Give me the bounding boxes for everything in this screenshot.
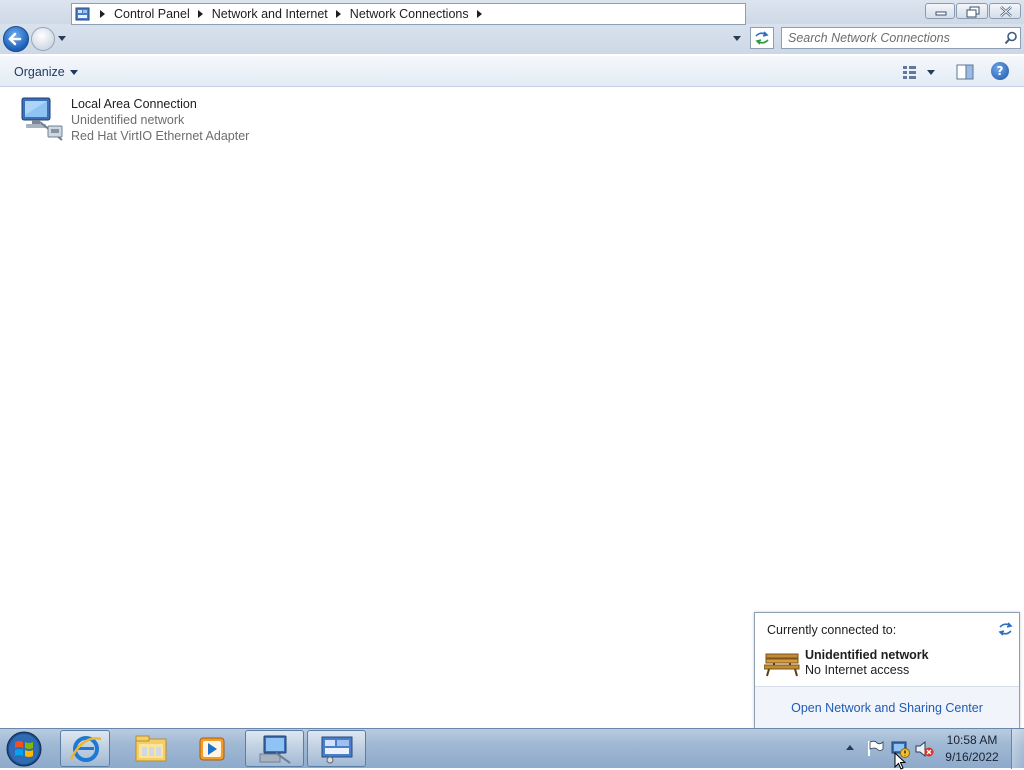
search-icon[interactable] [1004, 31, 1018, 45]
breadcrumb-separator-icon[interactable] [98, 4, 108, 24]
open-network-sharing-center-link[interactable]: Open Network and Sharing Center [755, 701, 1019, 715]
minimize-button[interactable] [925, 3, 955, 19]
refresh-icon [755, 31, 769, 45]
forward-button[interactable] [31, 27, 55, 51]
minimize-icon [935, 11, 947, 16]
breadcrumb: Control Panel Network and Internet Netwo… [94, 4, 489, 24]
network-status-popup: Currently connected to: Unidentified net… [754, 612, 1020, 728]
change-view-icon[interactable] [900, 63, 940, 81]
taskbar-media-player[interactable] [189, 730, 237, 767]
network-adapter-icon [21, 97, 63, 141]
breadcrumb-network-connections[interactable]: Network Connections [348, 7, 471, 21]
start-button[interactable] [4, 730, 44, 768]
refresh-button[interactable] [750, 27, 774, 49]
show-desktop-button[interactable] [1011, 729, 1024, 769]
taskbar-windows-explorer[interactable] [127, 730, 175, 767]
breadcrumb-separator-icon[interactable] [475, 4, 485, 24]
organize-label: Organize [14, 65, 65, 79]
clock-time[interactable]: 10:58 AM [940, 733, 1004, 747]
popup-heading: Currently connected to: [767, 623, 897, 637]
connection-adapter: Red Hat VirtIO Ethernet Adapter [71, 129, 250, 143]
restore-button[interactable] [956, 3, 988, 19]
restore-icon [966, 6, 980, 18]
mouse-cursor-icon [894, 752, 906, 770]
help-button[interactable]: ? [991, 62, 1009, 80]
internet-explorer-icon [69, 736, 102, 762]
windows-explorer-icon [135, 735, 167, 762]
list-item[interactable]: Local Area Connection Unidentified netwo… [14, 96, 254, 148]
close-icon [1000, 6, 1012, 17]
close-button[interactable] [989, 3, 1021, 19]
control-panel-icon [321, 736, 353, 764]
park-bench-icon [764, 653, 800, 677]
taskbar-internet-explorer[interactable] [60, 730, 110, 767]
search-input[interactable] [788, 30, 998, 46]
volume-muted-icon[interactable] [914, 739, 934, 759]
back-arrow-icon [8, 32, 22, 46]
preview-pane-icon[interactable] [955, 63, 975, 81]
popup-network-name: Unidentified network [805, 648, 929, 662]
back-button[interactable] [3, 26, 29, 52]
media-player-icon [199, 737, 225, 761]
address-bar[interactable]: Control Panel Network and Internet Netwo… [71, 3, 746, 25]
popup-footer: Open Network and Sharing Center [755, 686, 1019, 728]
notification-area: 10:58 AM 9/16/2022 [840, 729, 1020, 769]
breadcrumb-network-and-internet[interactable]: Network and Internet [210, 7, 330, 21]
chevron-down-icon [69, 69, 78, 75]
popup-network-status: No Internet access [805, 663, 910, 677]
action-center-flag-icon[interactable] [866, 739, 884, 757]
breadcrumb-control-panel[interactable]: Control Panel [112, 7, 192, 21]
control-panel-icon [75, 7, 90, 21]
address-dropdown-icon[interactable] [732, 30, 744, 46]
taskbar-network-connections[interactable] [245, 730, 304, 767]
search-box[interactable] [781, 27, 1021, 49]
connection-name: Local Area Connection [71, 97, 197, 111]
recent-pages-dropdown-icon[interactable] [57, 34, 67, 44]
network-connections-icon [259, 735, 291, 764]
breadcrumb-separator-icon[interactable] [196, 4, 206, 24]
clock-date[interactable]: 9/16/2022 [940, 750, 1004, 764]
command-bar: Organize ? [0, 56, 1024, 87]
organize-menu-button[interactable]: Organize [10, 63, 82, 81]
taskbar: 10:58 AM 9/16/2022 [0, 728, 1024, 769]
taskbar-control-panel[interactable] [307, 730, 366, 767]
show-hidden-icons-icon[interactable] [846, 745, 854, 750]
refresh-icon[interactable] [997, 621, 1013, 637]
breadcrumb-separator-icon[interactable] [334, 4, 344, 24]
connection-status: Unidentified network [71, 113, 185, 127]
